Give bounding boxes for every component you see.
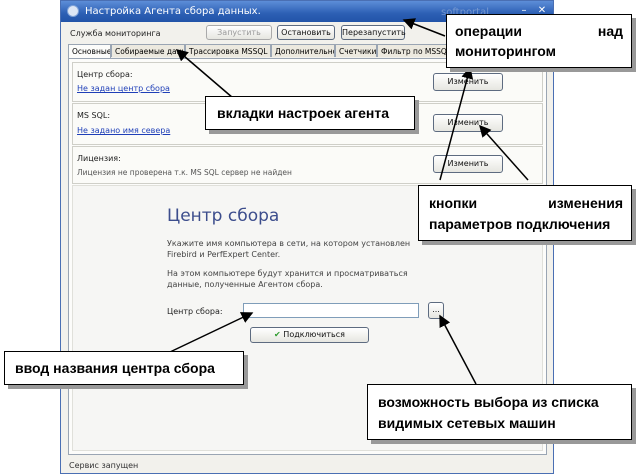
service-label: Служба мониторинга xyxy=(70,29,161,38)
collector-desc-line1: Укажите имя компьютера в сети, на которо… xyxy=(167,239,411,248)
mssql-title: MS SQL: xyxy=(77,111,111,120)
tab-collected-data[interactable]: Собираемые данные xyxy=(111,44,185,57)
mssql-link[interactable]: Не задано имя севера xyxy=(77,126,170,135)
tab-additional[interactable]: Дополнительно xyxy=(271,44,335,57)
tab-mssql-trace[interactable]: Трассировка MSSQL xyxy=(185,44,271,57)
license-title: Лицензия: xyxy=(77,154,121,163)
callout-input: ввод названия центра сбора xyxy=(4,351,244,385)
checkmark-icon: ✔ xyxy=(274,330,281,339)
connect-label: Подключиться xyxy=(283,330,345,339)
collector-link[interactable]: Не задан центр сбора xyxy=(77,84,170,93)
tab-mssql-filter[interactable]: Фильтр по MSSQL xyxy=(377,44,449,57)
collector-name-input[interactable] xyxy=(243,303,419,318)
change-collector-button[interactable]: Изменить xyxy=(433,73,503,91)
collector-title: Центр сбора: xyxy=(77,70,133,79)
callout-tabs: вкладки настроек агента xyxy=(205,96,415,130)
restart-button[interactable]: Перезапустить xyxy=(341,25,406,40)
start-button[interactable]: Запустить xyxy=(206,25,272,40)
callout-operations: операции над мониторингом xyxy=(446,14,632,68)
browse-network-button[interactable]: ... xyxy=(428,302,444,319)
collector-field-label: Центр сбора: xyxy=(167,307,223,316)
status-text: Сервис запущен xyxy=(69,461,139,470)
change-license-button[interactable]: Изменить xyxy=(433,155,503,173)
stop-button[interactable]: Остановить xyxy=(277,25,335,40)
license-text: Лицензия не проверена т.к. MS SQL сервер… xyxy=(77,168,292,177)
collector-heading: Центр сбора xyxy=(167,206,280,226)
connect-button[interactable]: ✔ Подключиться xyxy=(250,327,369,343)
collector-desc-line4: данные, полученные Агентом сбора. xyxy=(167,280,323,289)
license-group: Лицензия: Лицензия не проверена т.к. MS … xyxy=(72,146,543,184)
collector-desc-line3: На этом компьютере будут хранится и прос… xyxy=(167,269,408,278)
callout-change-buttons: кнопки изменения параметров подключения xyxy=(418,185,632,241)
collector-desc-line2: Firebird и PerfExpert Center. xyxy=(167,250,281,259)
tab-main[interactable]: Основные xyxy=(68,44,111,58)
window-title: Настройка Агента сбора данных. xyxy=(85,6,261,17)
tab-counters[interactable]: Счетчики xyxy=(335,44,377,57)
change-mssql-button[interactable]: Изменить xyxy=(433,114,503,132)
app-icon xyxy=(67,5,79,17)
callout-browse: возможность выбора из списка видимых сет… xyxy=(367,384,632,440)
